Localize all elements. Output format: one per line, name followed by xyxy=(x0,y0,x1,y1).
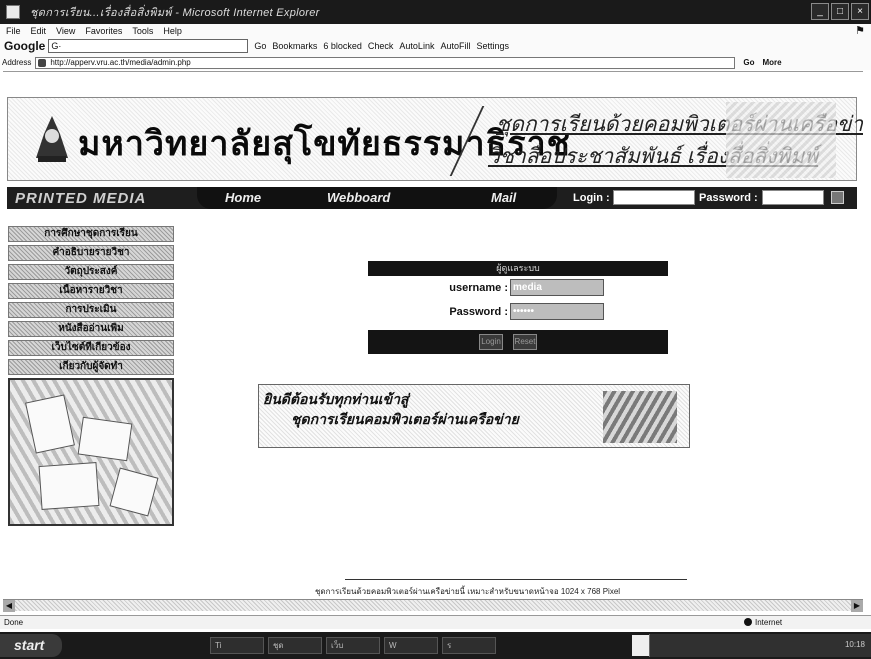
internet-zone-icon xyxy=(744,618,752,626)
welcome-line-1: ยินดีต้อนรับทุกท่านเข้าสู่ xyxy=(263,391,409,407)
bookmarks-button[interactable]: Bookmarks xyxy=(272,41,317,51)
more-button[interactable]: More xyxy=(762,58,781,67)
title-bar: ชุดการเรียน...เรื่องสื่อสิ่งพิมพ์ - Micr… xyxy=(0,0,871,24)
site-brand: PRINTED MEDIA xyxy=(15,190,147,207)
autofill-button[interactable]: AutoFill xyxy=(440,41,470,51)
sidebar-item-course-description[interactable]: คำอธิบายรายวิชา xyxy=(8,245,174,261)
page-content: มหาวิทยาลัยสุโขทัยธรรมาธิราช ชุดการเรียน… xyxy=(3,71,863,598)
window-controls: _ □ × xyxy=(811,3,869,20)
sidebar-item-content[interactable]: เนื้อหารายวิชา xyxy=(8,283,174,299)
sidebar-item-related-sites[interactable]: เว็บไซต์ที่เกี่ยวข้อง xyxy=(8,340,174,356)
login-form-header: ผู้ดูแลระบบ xyxy=(368,261,668,276)
taskbar-item[interactable]: ร xyxy=(442,637,496,654)
nav-home-link[interactable]: Home xyxy=(225,190,261,205)
horizontal-scrollbar[interactable]: ◀ ▶ xyxy=(3,599,863,612)
scroll-left-arrow-icon[interactable]: ◀ xyxy=(3,600,15,612)
admin-login-form: ผู้ดูแลระบบ username : Password : Login … xyxy=(368,261,668,354)
nav-login-label: Login : xyxy=(573,192,610,204)
sidebar-item-study-guide[interactable]: การศึกษาชุดการเรียน xyxy=(8,226,174,242)
status-bar: Done Internet xyxy=(0,615,871,629)
welcome-media-image xyxy=(603,391,677,443)
taskbar-item[interactable]: เว็บ xyxy=(326,637,380,654)
sidebar-media-photo xyxy=(8,378,174,526)
login-reset-button[interactable]: Reset xyxy=(513,334,537,350)
sidebar-item-reading[interactable]: หนังสืออ่านเพิ่ม xyxy=(8,321,174,337)
taskbar-item[interactable]: ชุด xyxy=(268,637,322,654)
password-label: Password : xyxy=(449,306,508,318)
menu-help[interactable]: Help xyxy=(163,26,182,36)
spell-check-button[interactable]: Check xyxy=(368,41,394,51)
sidebar: การศึกษาชุดการเรียน คำอธิบายรายวิชา วัตถ… xyxy=(8,226,174,526)
scroll-right-arrow-icon[interactable]: ▶ xyxy=(851,600,863,612)
taskbar-item[interactable]: Ti xyxy=(210,637,264,654)
system-tray: 10:18 xyxy=(649,634,871,657)
welcome-banner: ยินดีต้อนรับทุกท่านเข้าสู่ ชุดการเรียนคอ… xyxy=(258,384,690,448)
security-zone: Internet xyxy=(744,618,782,627)
password-row: Password : xyxy=(368,300,668,324)
nav-password-label: Password : xyxy=(699,192,758,204)
banner-collage-image xyxy=(726,102,836,178)
ie-icon xyxy=(6,5,20,19)
address-input[interactable]: http://apperv.vru.ac.th/media/admin.php xyxy=(35,56,736,69)
menu-bar: File Edit View Favorites Tools Help ⚑ xyxy=(0,24,871,37)
window-title: ชุดการเรียน...เรื่องสื่อสิ่งพิมพ์ - Micr… xyxy=(30,7,320,19)
welcome-line-2: ชุดการเรียนคอมพิวเตอร์ผ่านเครือข่าย xyxy=(291,411,519,427)
nav-mail-link[interactable]: Mail xyxy=(491,190,516,205)
nav-login-go-button[interactable] xyxy=(831,191,844,204)
address-label: Address xyxy=(2,58,32,67)
windows-logo-icon: ⚑ xyxy=(855,25,865,37)
footer-resolution-note: ชุดการเรียนด้วยคอมพิวเตอร์ผ่านเครือข่ายน… xyxy=(315,587,621,596)
header-banner: มหาวิทยาลัยสุโขทัยธรรมาธิราช ชุดการเรียน… xyxy=(7,97,863,181)
google-toolbar: Google G· Go Bookmarks 6 blocked Check A… xyxy=(0,37,871,55)
login-submit-button[interactable]: Login xyxy=(479,334,503,350)
close-button[interactable]: × xyxy=(851,3,869,20)
minimize-button[interactable]: _ xyxy=(811,3,829,20)
sidebar-item-objectives[interactable]: วัตถุประสงค์ xyxy=(8,264,174,280)
google-logo: Google xyxy=(4,39,46,53)
nav-bar: PRINTED MEDIA Home Webboard Mail Login :… xyxy=(7,187,857,209)
taskbar-item[interactable]: W xyxy=(384,637,438,654)
nav-links: Home Webboard Mail xyxy=(197,187,557,209)
menu-view[interactable]: View xyxy=(56,26,75,36)
taskbar: start Ti ชุด เว็บ W ร nero 10:18 xyxy=(0,632,871,659)
menu-tools[interactable]: Tools xyxy=(132,26,153,36)
nav-webboard-link[interactable]: Webboard xyxy=(327,190,390,205)
address-url: http://apperv.vru.ac.th/media/admin.php xyxy=(50,57,191,67)
google-go-button[interactable]: Go xyxy=(254,41,266,51)
settings-button[interactable]: Settings xyxy=(476,41,509,51)
address-go-button[interactable]: Go xyxy=(743,58,754,67)
university-seal-icon xyxy=(36,116,68,162)
username-label: username : xyxy=(449,282,508,294)
autolink-button[interactable]: AutoLink xyxy=(399,41,434,51)
status-text: Done xyxy=(4,618,24,627)
password-input[interactable] xyxy=(510,303,604,320)
maximize-button[interactable]: □ xyxy=(831,3,849,20)
start-button[interactable]: start xyxy=(0,634,62,657)
sidebar-item-evaluation[interactable]: การประเมิน xyxy=(8,302,174,318)
sidebar-item-about-authors[interactable]: เกี่ยวกับผู้จัดทำ xyxy=(8,359,174,375)
nav-password-input[interactable] xyxy=(762,190,824,205)
clock: 10:18 xyxy=(844,640,865,649)
username-input[interactable] xyxy=(510,279,604,296)
menu-favorites[interactable]: Favorites xyxy=(85,26,122,36)
footer-divider xyxy=(345,579,687,580)
menu-file[interactable]: File xyxy=(6,26,21,36)
address-bar: Address http://apperv.vru.ac.th/media/ad… xyxy=(0,55,871,70)
zone-label: Internet xyxy=(755,618,783,627)
menu-edit[interactable]: Edit xyxy=(31,26,47,36)
popup-blocked-button[interactable]: 6 blocked xyxy=(323,41,362,51)
nav-login-input[interactable] xyxy=(613,190,695,205)
page-icon xyxy=(38,58,47,67)
login-form-buttons: Login Reset xyxy=(368,330,668,354)
google-search-input[interactable]: G· xyxy=(48,39,249,53)
username-row: username : xyxy=(368,276,668,300)
